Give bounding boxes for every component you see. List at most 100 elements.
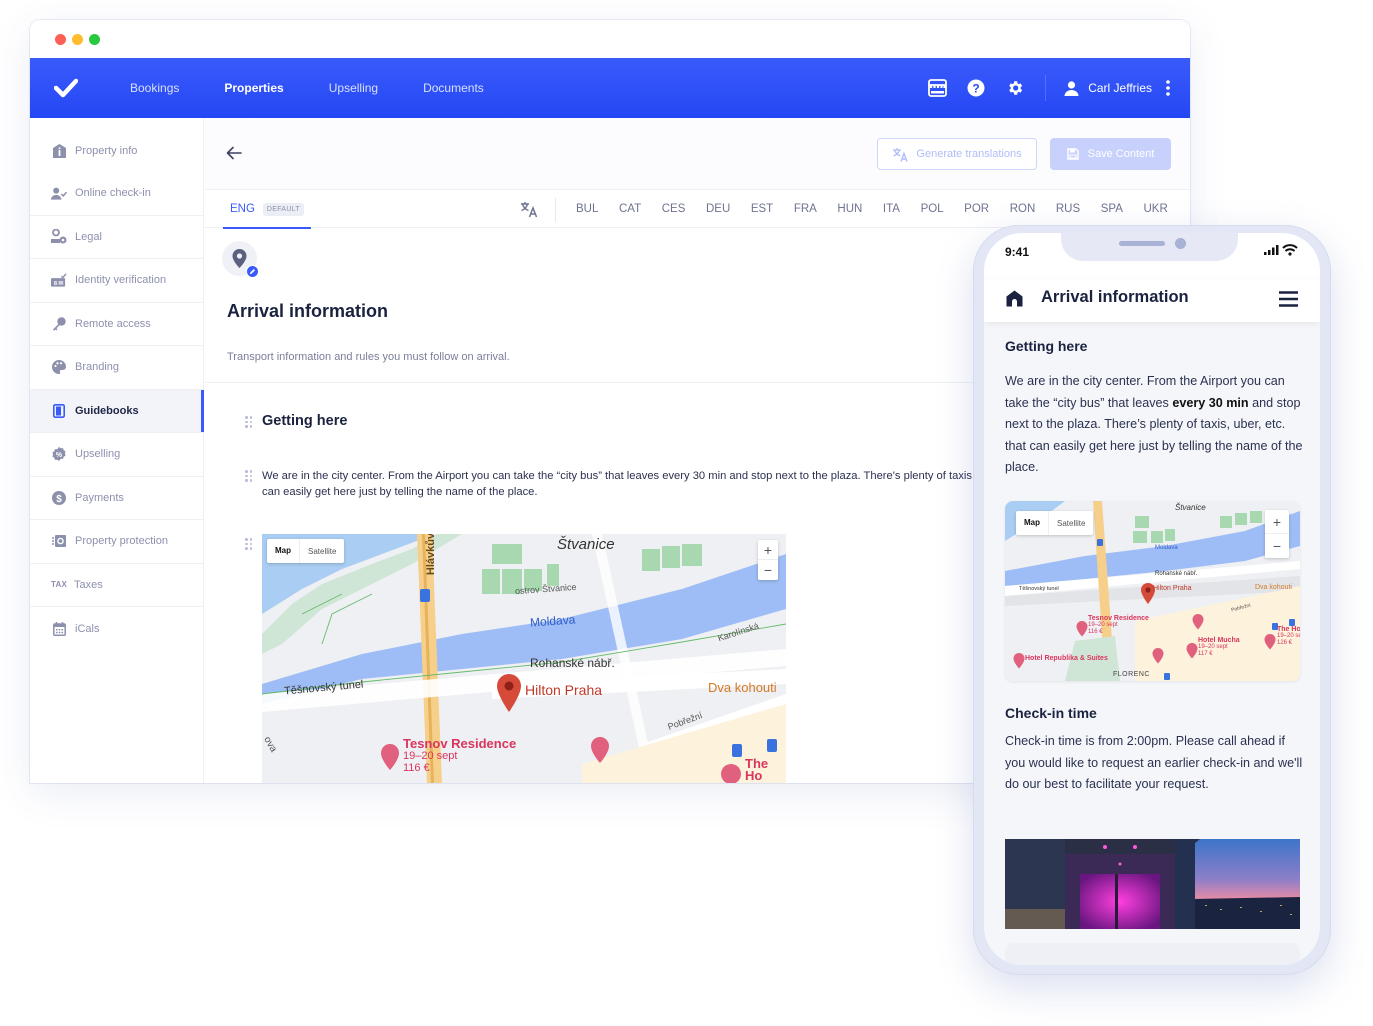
sidebar: Property info Online check-in Legal 8 Id… [30,118,204,783]
sidebar-item-property-info[interactable]: Property info [30,118,203,172]
tab-lang-ita[interactable]: ITA [883,203,900,215]
svg-text:8: 8 [54,281,57,287]
phone-embedded-map[interactable]: Štvanice Moldava Rohanské nábř. Těšnovsk… [1005,501,1300,681]
book-icon [51,403,67,419]
sidebar-item-legal[interactable]: Legal [30,216,203,259]
embedded-map[interactable]: Štvanice ostrov Štvanice Moldava Hlávkův… [262,534,786,783]
sidebar-item-upselling[interactable]: % Upselling [30,433,203,477]
language-tabs: ENG DEFAULT BUL CAT CES DEU EST FRA HUN ITA POL P… [205,190,1190,229]
nav-properties[interactable]: Properties [224,81,283,95]
palette-icon [51,359,67,375]
gear-icon[interactable] [1005,78,1025,98]
phone-zoom-in-button[interactable]: + [1265,510,1289,534]
close-window-button[interactable] [55,34,66,45]
tab-lang-hun[interactable]: HUN [837,203,862,215]
translate-icon[interactable] [520,200,538,218]
user-check-icon [51,185,67,201]
tab-lang-eng[interactable]: ENG DEFAULT [223,190,312,229]
generate-translations-button[interactable]: Generate translations [877,138,1037,170]
tab-lang-fra[interactable]: FRA [794,203,817,215]
sidebar-item-property-protection[interactable]: Property protection [30,520,203,564]
section-icon [222,241,259,278]
sidebar-item-icals[interactable]: iCals [30,607,203,651]
sidebar-item-online-check-in[interactable]: Online check-in [30,172,203,216]
language-list: BUL CAT CES DEU EST FRA HUN ITA POL POR RON RUS SPA U… [576,190,1188,228]
map-type-toggle: Map Satellite [267,539,345,563]
next-section-card [1005,943,1300,965]
phone-checkin-text: Check-in time is from 2:00pm. Please cal… [1005,734,1303,792]
help-icon[interactable]: ? [966,78,986,98]
back-arrow-icon[interactable] [225,144,243,162]
home-icon[interactable] [1006,290,1023,307]
calendar-icon [51,621,67,637]
phone-map-toggle-map[interactable]: Map [1016,511,1049,535]
maximize-window-button[interactable] [89,34,100,45]
svg-text:?: ? [973,81,980,95]
tab-lang-ukr[interactable]: UKR [1143,203,1167,215]
map-label-dva-kohouti[interactable]: Dva kohouti [708,680,777,695]
title-bar [30,20,1190,58]
nav-bookings[interactable]: Bookings [130,81,179,95]
nav-upselling[interactable]: Upselling [329,81,378,95]
phone-map-zoom-controls: + − [1265,510,1289,558]
phone-zoom-out-button[interactable]: − [1265,534,1289,558]
speaker [1119,241,1165,246]
tab-lang-ron[interactable]: RON [1010,203,1036,215]
top-navigation: Bookings Properties Upselling Documents … [30,58,1190,118]
edit-icon-button[interactable] [246,265,259,278]
house-info-icon [51,143,67,159]
phone-screen: 9:41 Arrival information Getting here We… [984,233,1320,965]
tab-lang-spa[interactable]: SPA [1101,203,1123,215]
map-hotel-the-h[interactable]: The Ho 19–20 se [745,757,786,783]
user-menu[interactable]: Carl Jeffries [1064,80,1152,96]
signal-wifi-icon [1264,244,1298,256]
getting-here-heading[interactable]: Getting here [262,413,347,429]
dollar-icon: $ [51,490,67,506]
zoom-in-button[interactable]: + [758,540,778,560]
storefront-icon[interactable] [927,78,947,98]
tab-lang-deu[interactable]: DEU [706,203,730,215]
map-toggle-satellite[interactable]: Satellite [300,547,344,556]
map-canvas[interactable] [262,534,786,783]
sidebar-item-identity-verification[interactable]: 8 Identity verification [30,259,203,303]
tab-lang-est[interactable]: EST [751,203,773,215]
svg-text:%: % [56,452,63,459]
floppy-disk-icon [1066,148,1079,160]
phone-map-toggle-satellite[interactable]: Satellite [1049,519,1093,528]
save-content-button[interactable]: Save Content [1050,138,1171,170]
tab-lang-rus[interactable]: RUS [1056,203,1080,215]
tab-lang-ces[interactable]: CES [662,203,686,215]
phone-getting-here-text: We are in the city center. From the Airp… [1005,374,1303,475]
map-hotel-tesnov[interactable]: Tesnov Residence 19–20 sept 116 € [403,737,516,774]
tab-lang-bul[interactable]: BUL [576,203,598,215]
sidebar-item-remote-access[interactable]: Remote access [30,303,203,346]
drag-handle-icon[interactable] [245,470,253,482]
user-icon [1064,80,1079,96]
tab-lang-cat[interactable]: CAT [619,203,641,215]
nav-divider [1045,75,1047,101]
translate-icon [893,147,909,162]
hamburger-menu-icon[interactable] [1279,291,1298,307]
getting-here-text[interactable]: We are in the city center. From the Airp… [262,468,1046,500]
lang-divider [555,198,556,222]
sidebar-item-guidebooks[interactable]: Guidebooks [30,389,204,433]
nav-documents[interactable]: Documents [423,81,484,95]
check-icon[interactable] [54,77,78,99]
sidebar-item-taxes[interactable]: TAX Taxes [30,564,203,607]
kebab-icon[interactable] [1166,80,1170,96]
drag-handle-icon[interactable] [245,416,253,428]
percent-badge-icon: % [51,446,67,462]
map-toggle-map[interactable]: Map [267,539,300,563]
minimize-window-button[interactable] [72,34,83,45]
phone-map-type-toggle: Map Satellite [1016,511,1094,535]
user-name: Carl Jeffries [1088,81,1152,95]
map-label-hilton[interactable]: Hilton Praha [525,682,602,698]
phone-checkin-heading: Check-in time [1005,705,1097,721]
sidebar-item-branding[interactable]: Branding [30,346,203,390]
zoom-out-button[interactable]: − [758,560,778,580]
tab-lang-por[interactable]: POR [964,203,989,215]
phone-mockup: 9:41 Arrival information Getting here We… [973,225,1331,975]
tab-lang-pol[interactable]: POL [921,203,944,215]
drag-handle-icon[interactable] [245,538,253,550]
sidebar-item-payments[interactable]: $ Payments [30,477,203,520]
